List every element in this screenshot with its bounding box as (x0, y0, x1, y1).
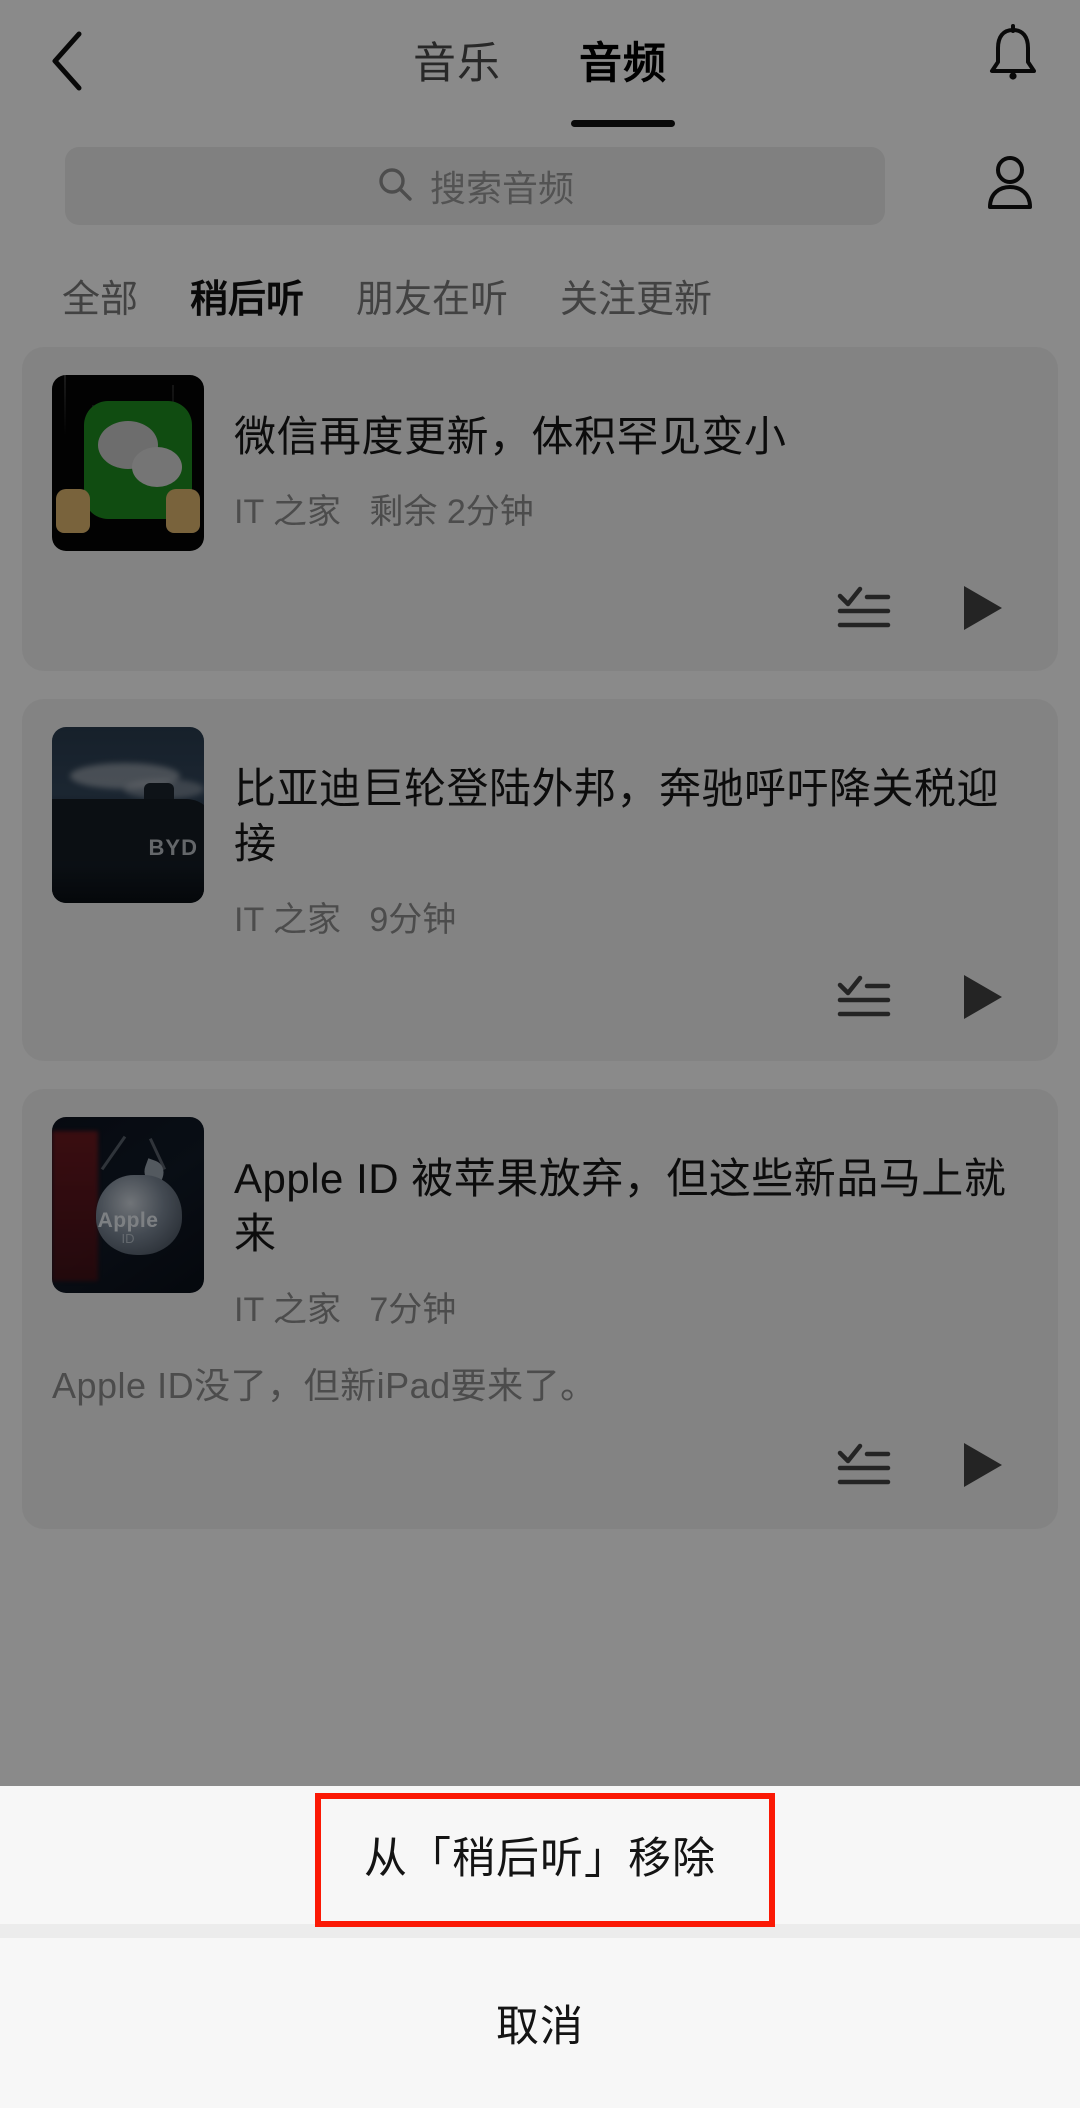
play-button[interactable] (954, 972, 1010, 1028)
audio-card[interactable]: Apple ID Apple ID 被苹果放弃，但这些新品马上就来 IT 之家 … (22, 1088, 1058, 1529)
card-thumbnail (52, 375, 204, 551)
card-thumbnail: Apple ID (52, 1116, 204, 1293)
card-action-row (52, 961, 1028, 1039)
add-to-playlist-button[interactable] (836, 1440, 892, 1496)
search-input[interactable]: 搜索音频 (65, 147, 885, 225)
action-sheet-divider (0, 1924, 1080, 1938)
add-to-playlist-icon (837, 583, 891, 638)
card-meta: IT 之家 剩余 2分钟 (234, 484, 1028, 533)
person-icon (982, 153, 1038, 218)
search-placeholder: 搜索音频 (429, 168, 574, 209)
cancel-button[interactable]: 取消 (0, 1938, 1080, 2108)
search-icon (376, 165, 414, 208)
action-sheet: 从「稍后听」移除 取消 (0, 1786, 1080, 2108)
add-to-playlist-button[interactable] (836, 582, 892, 638)
card-thumbnail: BYD (52, 727, 204, 903)
card-meta: IT 之家 9分钟 (234, 892, 1028, 941)
play-icon (958, 971, 1006, 1028)
bell-icon (985, 23, 1041, 91)
add-to-playlist-icon (837, 972, 891, 1027)
thumbnail-label: BYD (148, 835, 198, 860)
card-title: 微信再度更新，体积罕见变小 (234, 413, 787, 460)
play-icon (958, 1439, 1006, 1496)
card-source: IT 之家 (234, 1290, 342, 1329)
filter-tab-friends-listening[interactable]: 朋友在听 (356, 268, 508, 323)
audio-card[interactable]: 微信再度更新，体积罕见变小 IT 之家 剩余 2分钟 (22, 347, 1058, 671)
remove-from-listen-later-button[interactable]: 从「稍后听」移除 (0, 1786, 1080, 1924)
tab-music[interactable]: 音乐 (413, 29, 501, 97)
filter-tab-bar: 全部 稍后听 朋友在听 关注更新 (0, 240, 1080, 347)
filter-tab-following-updates[interactable]: 关注更新 (560, 268, 712, 323)
filter-tab-all[interactable]: 全部 (62, 268, 138, 323)
notification-button[interactable] (970, 14, 1056, 100)
card-description: Apple ID没了，但新iPad要来了。 (52, 1364, 597, 1406)
play-button[interactable] (954, 1440, 1010, 1496)
filter-tab-listen-later[interactable]: 稍后听 (190, 268, 304, 323)
add-to-playlist-button[interactable] (836, 972, 892, 1028)
card-title: 比亚迪巨轮登陆外邦，奔驰呼吁降关税迎接 (234, 765, 1000, 868)
audio-card-list: 微信再度更新，体积罕见变小 IT 之家 剩余 2分钟 BYD 比亚迪巨轮登陆外邦… (0, 347, 1080, 1529)
profile-button[interactable] (970, 145, 1050, 225)
play-button[interactable] (954, 582, 1010, 638)
card-meta: IT 之家 7分钟 (234, 1282, 1028, 1331)
search-row: 搜索音频 (0, 125, 1080, 240)
card-time: 7分钟 (369, 1290, 457, 1329)
tab-music-label: 音乐 (413, 39, 501, 88)
thumbnail-label: Apple (97, 1208, 159, 1232)
play-icon (958, 582, 1006, 639)
app-content-layer: 音乐 音频 搜索音频 全部 稍后听 朋友在听 关注更新 微信再度更新，体积罕见变… (0, 0, 1080, 1786)
thumbnail-sublabel: ID (121, 1230, 135, 1246)
tab-audio[interactable]: 音频 (571, 29, 675, 127)
card-action-row (52, 1429, 1028, 1507)
card-source: IT 之家 (234, 900, 342, 939)
tab-audio-label: 音频 (579, 39, 667, 88)
add-to-playlist-icon (837, 1440, 891, 1495)
screen-root: 音乐 音频 搜索音频 全部 稍后听 朋友在听 关注更新 微信再度更新，体积罕见变… (0, 0, 1080, 2108)
card-source: IT 之家 (234, 493, 342, 532)
card-title: Apple ID 被苹果放弃，但这些新品马上就来 (234, 1154, 1007, 1258)
card-time: 剩余 2分钟 (369, 493, 534, 532)
top-tab-bar: 音乐 音频 (0, 0, 1080, 127)
audio-card[interactable]: BYD 比亚迪巨轮登陆外邦，奔驰呼吁降关税迎接 IT 之家 9分钟 (22, 699, 1058, 1061)
app-header: 音乐 音频 (0, 0, 1080, 127)
card-action-row (52, 571, 1028, 649)
card-time: 9分钟 (369, 900, 457, 939)
